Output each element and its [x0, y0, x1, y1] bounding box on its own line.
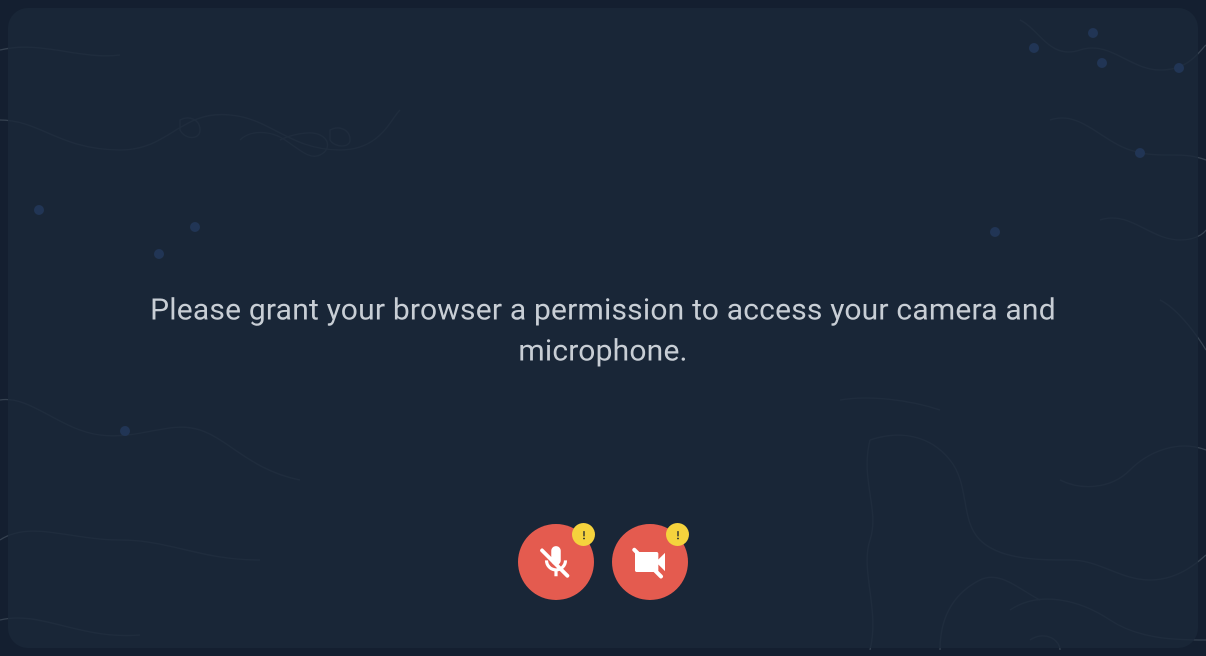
camera-warning-badge: [666, 523, 689, 546]
camera-toggle-button[interactable]: [612, 524, 688, 600]
permission-overlay-card: Please grant your browser a permission t…: [8, 8, 1198, 648]
media-controls: [518, 524, 688, 600]
permission-request-message: Please grant your browser a permission t…: [83, 291, 1123, 372]
microphone-warning-badge: [572, 523, 595, 546]
exclamation-icon: [672, 529, 684, 541]
microphone-off-icon: [537, 543, 575, 581]
camera-off-icon: [630, 542, 670, 582]
exclamation-icon: [578, 529, 590, 541]
microphone-toggle-button[interactable]: [518, 524, 594, 600]
